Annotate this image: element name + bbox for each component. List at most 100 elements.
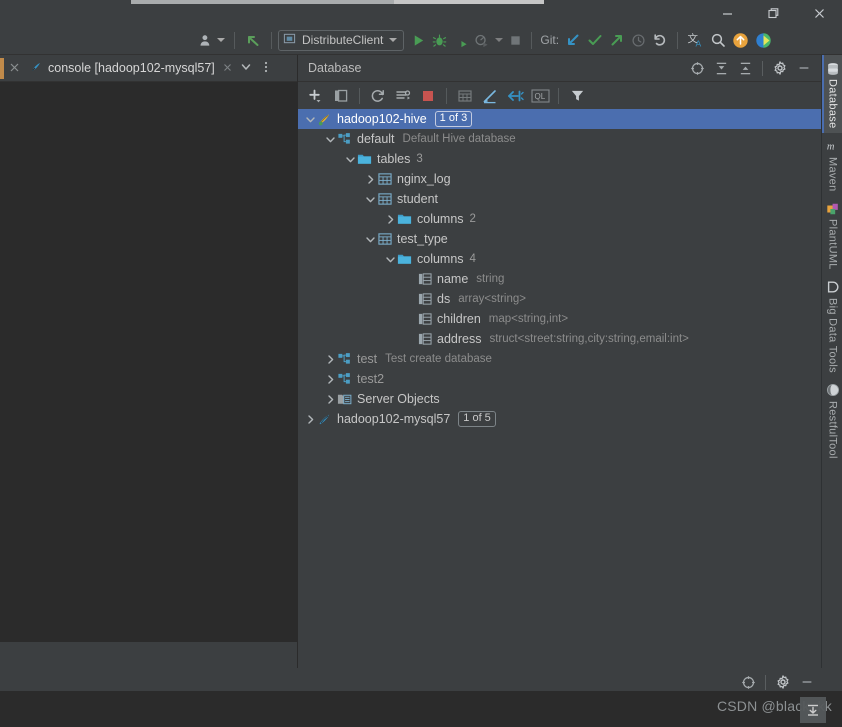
database-tree[interactable]: hadoop102-hive 1 of 3 default Default Hive… <box>298 109 821 668</box>
restful-tool-icon <box>825 383 840 398</box>
chevron-down-icon[interactable] <box>234 61 258 76</box>
locate-icon[interactable] <box>686 57 708 79</box>
hide-panel-icon[interactable] <box>793 57 815 79</box>
tree-row-nginx-log-table[interactable]: nginx_log <box>298 169 821 189</box>
tab-close-icon[interactable] <box>220 61 232 75</box>
more-options-icon[interactable] <box>258 60 274 77</box>
modify-object-button[interactable] <box>478 85 502 107</box>
close-icon[interactable] <box>4 61 24 76</box>
chevron-right-icon[interactable] <box>384 209 396 229</box>
tree-row-column-address[interactable]: address struct<street:string,city:string,… <box>298 329 821 349</box>
tree-row-test-type-table[interactable]: test_type <box>298 229 821 249</box>
settings-gear-icon[interactable] <box>769 57 791 79</box>
database-tool-window: Database QL hadoop102-hive 1 of 3 defaul… <box>298 55 821 668</box>
tree-row-badge[interactable]: 1 of 5 <box>458 411 496 427</box>
title-bar-strip-dim <box>131 0 394 4</box>
main-toolbar: DistributeClient Git: 文 A <box>0 26 842 55</box>
user-avatar-icon[interactable] <box>196 29 228 51</box>
tree-row-column-name[interactable]: name string <box>298 269 821 289</box>
tree-row-count: 4 <box>469 253 476 265</box>
tree-row-student-table[interactable]: student <box>298 189 821 209</box>
collapse-all-icon[interactable] <box>734 57 756 79</box>
chevron-right-icon[interactable] <box>324 349 336 369</box>
divider <box>558 87 559 104</box>
chevron-down-icon <box>217 38 225 42</box>
rollback-undo-icon[interactable] <box>649 29 671 51</box>
stop-square-icon <box>506 29 525 51</box>
tool-tab-maven[interactable]: m Maven <box>822 133 842 196</box>
restore-icon[interactable] <box>750 0 796 26</box>
debug-bug-icon[interactable] <box>429 29 450 51</box>
tree-row-label: Server Objects <box>357 392 440 406</box>
right-tool-window-bar: Database m Maven PlantUML Big Data Tools … <box>821 55 842 668</box>
filter-button[interactable] <box>565 85 589 107</box>
tree-row-column-ds[interactable]: ds array<string> <box>298 289 821 309</box>
tree-row-test2-schema[interactable]: test2 <box>298 369 821 389</box>
duplicate-button[interactable] <box>329 85 353 107</box>
chevron-down-icon <box>492 29 506 51</box>
chevron-right-icon[interactable] <box>364 169 376 189</box>
chevron-down-icon[interactable] <box>389 38 398 42</box>
divider <box>446 87 447 104</box>
run-configuration-label: DistributeClient <box>302 33 384 47</box>
search-icon[interactable] <box>707 29 729 51</box>
tool-tab-label: Big Data Tools <box>826 297 839 373</box>
ide-logo-icon[interactable] <box>752 29 780 51</box>
run-play-icon[interactable] <box>408 29 429 51</box>
chevron-right-icon[interactable] <box>324 369 336 389</box>
tree-row-test-schema[interactable]: test Test create database <box>298 349 821 369</box>
tree-row-default-tables[interactable]: tables 3 <box>298 149 821 169</box>
run-coverage-icon[interactable] <box>450 29 471 51</box>
tree-row-server-objects[interactable]: Server Objects <box>298 389 821 409</box>
back-arrow-icon[interactable] <box>241 29 265 51</box>
chevron-down-icon[interactable] <box>324 129 336 149</box>
tree-row-label: name <box>437 272 469 286</box>
tool-tab-database[interactable]: Database <box>822 55 842 133</box>
table-icon <box>376 191 393 207</box>
column-icon <box>416 271 433 287</box>
locate-icon[interactable] <box>737 671 759 693</box>
chevron-down-icon[interactable] <box>364 229 376 249</box>
folder-icon <box>396 251 413 267</box>
divider <box>762 60 763 76</box>
update-circle-icon[interactable] <box>729 29 752 51</box>
module-icon <box>283 32 296 48</box>
editor-tab-console[interactable]: console [hadoop102-mysql57] <box>24 55 234 82</box>
bottom-tool-strip <box>0 668 842 691</box>
tool-tab-bigdatatools[interactable]: Big Data Tools <box>822 274 842 377</box>
tool-tab-plantuml[interactable]: PlantUML <box>822 195 842 274</box>
refresh-button[interactable] <box>366 85 390 107</box>
tree-row-hadoop102-mysql57[interactable]: hadoop102-mysql57 1 of 5 <box>298 409 821 429</box>
add-data-source-button[interactable] <box>304 85 328 107</box>
expand-all-icon[interactable] <box>710 57 732 79</box>
tree-row-label: nginx_log <box>397 172 451 186</box>
close-icon[interactable] <box>796 0 842 26</box>
sync-settings-button[interactable] <box>391 85 415 107</box>
settings-gear-icon[interactable] <box>772 671 794 693</box>
commit-check-icon[interactable] <box>584 29 606 51</box>
tree-row-subtitle: array<string> <box>458 293 526 305</box>
run-configuration-selector[interactable]: DistributeClient <box>278 29 405 51</box>
push-arrow-icon[interactable] <box>606 29 628 51</box>
stop-button[interactable] <box>416 85 440 107</box>
window-title-bar <box>0 0 842 26</box>
tree-row-student-columns[interactable]: columns 2 <box>298 209 821 229</box>
hide-panel-icon[interactable] <box>796 671 818 693</box>
tree-row-column-children[interactable]: children map<string,int> <box>298 309 821 329</box>
minimize-icon[interactable] <box>704 0 750 26</box>
tree-row-test-type-columns[interactable]: columns 4 <box>298 249 821 269</box>
chevron-right-icon[interactable] <box>304 409 316 429</box>
chevron-right-icon[interactable] <box>324 389 336 409</box>
translate-icon[interactable]: 文 A <box>684 29 707 51</box>
chevron-down-icon[interactable] <box>384 249 396 269</box>
toolbar-separator <box>677 31 679 49</box>
update-project-arrow-icon[interactable] <box>562 29 584 51</box>
tree-row-hadoop102-hive[interactable]: hadoop102-hive 1 of 3 <box>298 109 821 129</box>
tool-tab-restfultool[interactable]: RestfulTool <box>822 377 842 463</box>
chevron-down-icon[interactable] <box>304 109 316 129</box>
jump-to-query-console-button[interactable] <box>503 85 527 107</box>
chevron-down-icon[interactable] <box>344 149 356 169</box>
tree-row-badge[interactable]: 1 of 3 <box>434 111 473 127</box>
tree-row-default-schema[interactable]: default Default Hive database <box>298 129 821 149</box>
chevron-down-icon[interactable] <box>364 189 376 209</box>
